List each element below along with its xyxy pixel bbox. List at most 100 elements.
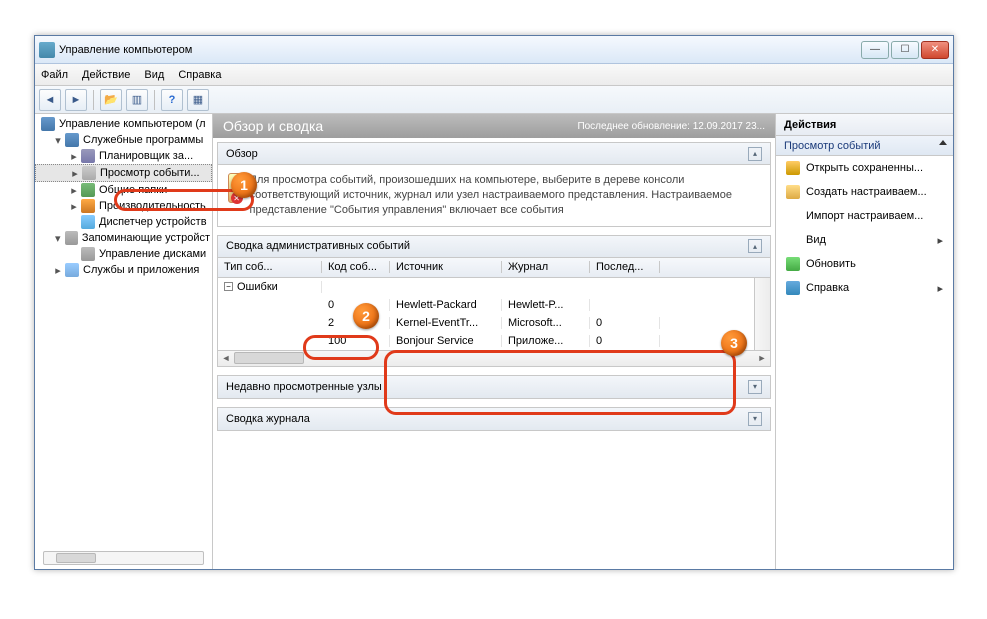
tree-item[interactable]: ▾Запоминающие устройст <box>35 230 212 246</box>
separator <box>93 90 94 110</box>
table-row[interactable]: 100Bonjour ServiceПриложе...0 <box>218 332 770 350</box>
tree-item[interactable]: ▸Планировщик за... <box>35 148 212 164</box>
action-item[interactable]: Импорт настраиваем... <box>776 204 953 228</box>
titlebar[interactable]: Управление компьютером — ☐ ✕ <box>35 36 953 64</box>
panel-overview: Обзор ▴ Для просмотра событий, произошед… <box>217 142 771 227</box>
tree-item-label: Управление дисками <box>99 248 206 260</box>
cell-journal: Microsoft... <box>502 317 590 329</box>
action-label: Обновить <box>806 258 856 270</box>
action-item[interactable]: Вид▸ <box>776 228 953 252</box>
action-label: Импорт настраиваем... <box>806 210 923 222</box>
scroll-thumb[interactable] <box>56 553 96 563</box>
action-item[interactable]: Справка▸ <box>776 276 953 300</box>
group-label: Ошибки <box>237 281 278 293</box>
computer-icon <box>41 117 55 131</box>
cell-journal: Приложе... <box>502 335 590 347</box>
tree-item[interactable]: ▾ Служебные программы <box>35 132 212 148</box>
minimize-button[interactable]: — <box>861 41 889 59</box>
callout-2: 2 <box>353 303 379 329</box>
tree-item[interactable]: ▸ Просмотр событи... <box>35 164 212 182</box>
tree-item-icon <box>81 199 95 213</box>
tree-caret-icon[interactable]: ▸ <box>53 264 63 277</box>
tree-item[interactable]: Диспетчер устройств <box>35 214 212 230</box>
tree-caret-icon[interactable]: ▸ <box>69 150 79 163</box>
overview-head[interactable]: Обзор ▴ <box>218 143 770 165</box>
table-header: Тип соб... Код соб... Источник Журнал По… <box>218 258 770 278</box>
tree-caret-icon[interactable]: ▸ <box>69 200 79 213</box>
cell-source: Hewlett-Packard <box>390 299 502 311</box>
collapse-icon[interactable]: ▴ <box>748 239 762 253</box>
scroll-right-icon[interactable]: ► <box>754 353 770 363</box>
tree-item-icon <box>81 247 95 261</box>
admin-summary-table: Тип соб... Код соб... Источник Журнал По… <box>218 258 770 366</box>
menu-file[interactable]: Файл <box>41 69 68 81</box>
body: Управление компьютером (л ▾ Служебные про… <box>35 114 953 569</box>
tree-item-icon <box>82 166 96 180</box>
tree-item[interactable]: ▸Общие папки <box>35 182 212 198</box>
tree-root-label: Управление компьютером (л <box>59 118 206 130</box>
table-group-row[interactable]: − Ошибки <box>218 278 770 296</box>
collapse-minus-icon[interactable]: − <box>224 282 233 291</box>
nav-tree[interactable]: Управление компьютером (л ▾ Служебные про… <box>35 114 213 569</box>
close-button[interactable]: ✕ <box>921 41 949 59</box>
window-buttons: — ☐ ✕ <box>861 41 949 59</box>
col-code[interactable]: Код соб... <box>322 261 390 273</box>
forward-button[interactable]: ► <box>65 89 87 111</box>
tree-item-label: Производительность <box>99 200 206 212</box>
panel-recent: Недавно просмотренные узлы ▾ <box>217 375 771 399</box>
tree-item-label: Служебные программы <box>83 134 203 146</box>
scroll-thumb[interactable] <box>234 352 304 364</box>
folder-button[interactable]: 📂 <box>100 89 122 111</box>
log-summary-title: Сводка журнала <box>226 413 748 425</box>
table-row[interactable]: 2Kernel-EventTr...Microsoft...0 <box>218 314 770 332</box>
tree-caret-icon[interactable]: ▾ <box>53 232 63 245</box>
expand-icon[interactable]: ▾ <box>748 412 762 426</box>
expand-icon[interactable]: ▾ <box>748 380 762 394</box>
col-source[interactable]: Источник <box>390 261 502 273</box>
tree-item[interactable]: Управление дисками <box>35 246 212 262</box>
tree-item-icon <box>81 149 95 163</box>
menu-help[interactable]: Справка <box>178 69 221 81</box>
table-hscroll[interactable]: ◄ ► <box>218 350 770 366</box>
help-button[interactable]: ? <box>161 89 183 111</box>
log-summary-head[interactable]: Сводка журнала ▾ <box>218 408 770 430</box>
scroll-track[interactable] <box>234 352 754 364</box>
tree-caret-icon[interactable]: ▸ <box>70 167 80 180</box>
recent-head[interactable]: Недавно просмотренные узлы ▾ <box>218 376 770 398</box>
panel-log-summary: Сводка журнала ▾ <box>217 407 771 431</box>
props-button[interactable]: ▥ <box>126 89 148 111</box>
collapse-icon[interactable]: ▴ <box>748 147 762 161</box>
cell-last: 0 <box>590 317 660 329</box>
col-type[interactable]: Тип соб... <box>218 261 322 273</box>
admin-summary-title: Сводка административных событий <box>226 240 748 252</box>
tree-item-label: Просмотр событи... <box>100 167 200 179</box>
col-journal[interactable]: Журнал <box>502 261 590 273</box>
table-vscroll[interactable] <box>754 278 770 350</box>
tree-hscroll[interactable] <box>43 551 204 565</box>
menu-view[interactable]: Вид <box>144 69 164 81</box>
menu-action[interactable]: Действие <box>82 69 130 81</box>
maximize-button[interactable]: ☐ <box>891 41 919 59</box>
tree-item[interactable]: ▸Службы и приложения <box>35 262 212 278</box>
table-row[interactable]: 0Hewlett-PackardHewlett-P... <box>218 296 770 314</box>
separator <box>154 90 155 110</box>
col-last[interactable]: Послед... <box>590 261 660 273</box>
admin-summary-head[interactable]: Сводка административных событий ▴ <box>218 236 770 258</box>
cell-journal: Hewlett-P... <box>502 299 590 311</box>
toolbar: ◄ ► 📂 ▥ ? ▦ <box>35 86 953 114</box>
tree-caret-icon[interactable]: ▸ <box>69 184 79 197</box>
actions-group[interactable]: Просмотр событий <box>776 136 953 156</box>
tree-item[interactable]: ▸ Производительность <box>35 198 212 214</box>
back-button[interactable]: ◄ <box>39 89 61 111</box>
action-item[interactable]: Открыть сохраненны... <box>776 156 953 180</box>
tree-caret-icon[interactable]: ▾ <box>53 134 63 147</box>
action-item[interactable]: Создать настраиваем... <box>776 180 953 204</box>
overview-title: Обзор <box>226 148 748 160</box>
extra-button[interactable]: ▦ <box>187 89 209 111</box>
action-item[interactable]: Обновить <box>776 252 953 276</box>
window-title: Управление компьютером <box>59 44 861 56</box>
tree-root[interactable]: Управление компьютером (л <box>35 116 212 132</box>
scroll-left-icon[interactable]: ◄ <box>218 353 234 363</box>
action-icon <box>786 281 800 295</box>
panel-admin-summary: Сводка административных событий ▴ Тип со… <box>217 235 771 367</box>
